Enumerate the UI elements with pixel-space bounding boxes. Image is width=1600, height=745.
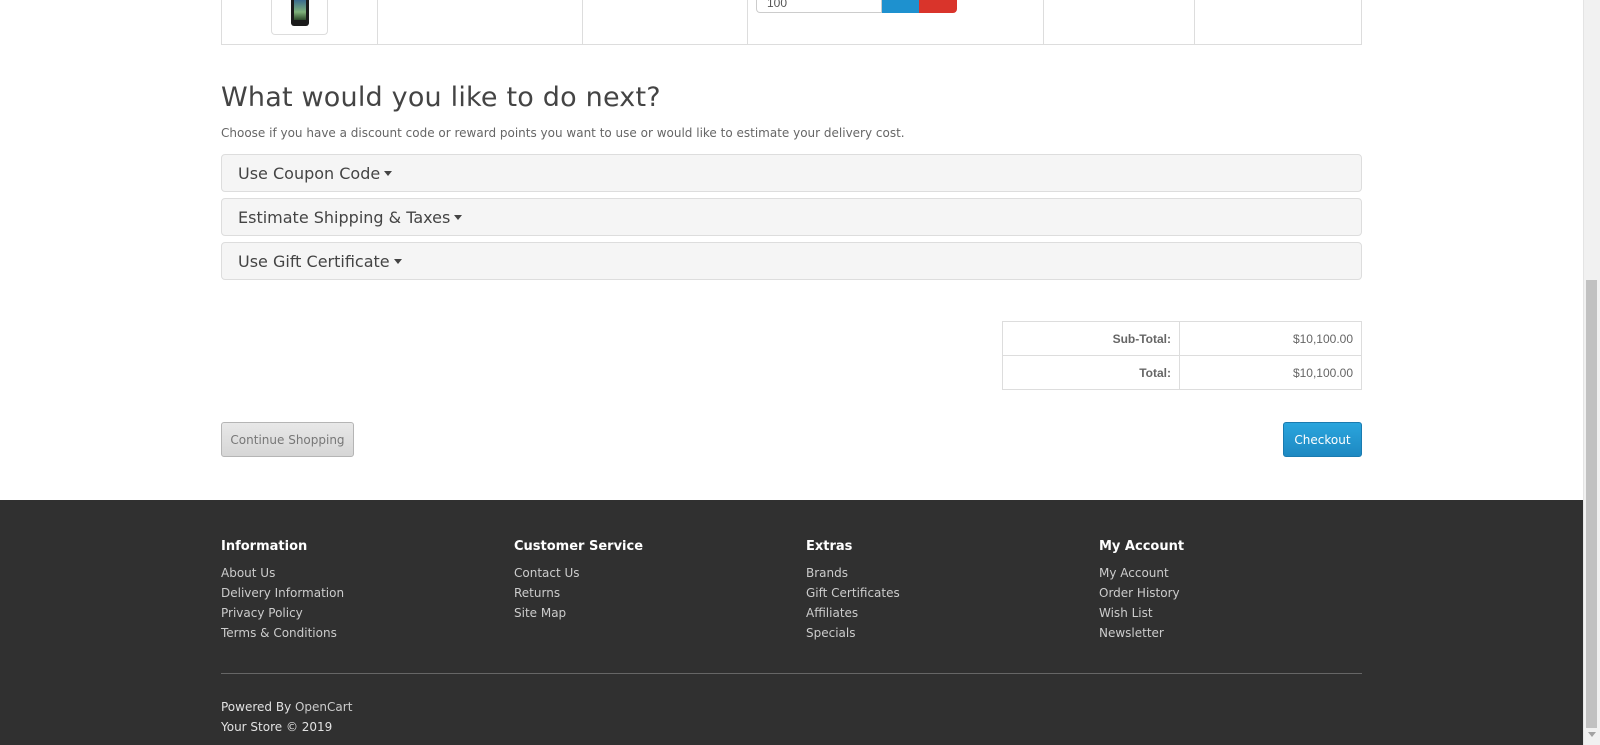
footer-divider (221, 673, 1362, 674)
footer-credits: Powered By OpenCart Your Store © 2019 (221, 697, 352, 737)
footer-link-gift-certificates[interactable]: Gift Certificates (806, 583, 1086, 603)
cart-table: 100 (221, 0, 1362, 45)
checkout-button[interactable]: Checkout (1283, 422, 1362, 457)
subtotal-label: Sub-Total: (1002, 321, 1180, 356)
quantity-input[interactable]: 100 (756, 0, 882, 13)
footer: Information About Us Delivery Informatio… (0, 500, 1583, 745)
shipping-panel-toggle[interactable]: Estimate Shipping & Taxes (238, 208, 463, 227)
table-divider (747, 0, 748, 44)
coupon-panel[interactable]: Use Coupon Code (221, 154, 1362, 192)
footer-column-information: Information About Us Delivery Informatio… (221, 539, 501, 643)
table-divider (1043, 0, 1044, 44)
footer-heading: Information (221, 539, 308, 554)
table-divider (1194, 0, 1195, 44)
caret-down-icon (384, 171, 393, 176)
scrollbar-thumb[interactable] (1586, 280, 1597, 728)
table-divider (582, 0, 583, 44)
footer-link-returns[interactable]: Returns (514, 583, 794, 603)
footer-link-terms-conditions[interactable]: Terms & Conditions (221, 623, 501, 643)
footer-link-contact-us[interactable]: Contact Us (514, 563, 794, 583)
footer-link-order-history[interactable]: Order History (1099, 583, 1379, 603)
caret-down-icon (393, 259, 402, 264)
footer-column-my-account: My Account My Account Order History Wish… (1099, 539, 1379, 643)
product-thumbnail[interactable] (271, 0, 328, 35)
footer-link-delivery-information[interactable]: Delivery Information (221, 583, 501, 603)
footer-column-extras: Extras Brands Gift Certificates Affiliat… (806, 539, 1086, 643)
opencart-link[interactable]: OpenCart (295, 700, 352, 714)
remove-button[interactable] (919, 0, 957, 13)
gift-certificate-panel[interactable]: Use Gift Certificate (221, 242, 1362, 280)
vertical-scrollbar[interactable] (1583, 0, 1600, 745)
scroll-down-arrow-icon[interactable] (1588, 732, 1596, 737)
copyright-text: Your Store © 2019 (221, 720, 333, 734)
shipping-panel[interactable]: Estimate Shipping & Taxes (221, 198, 1362, 236)
table-row: Total: $10,100.00 (1002, 355, 1362, 390)
footer-link-my-account[interactable]: My Account (1099, 563, 1379, 583)
caret-down-icon (454, 215, 463, 220)
table-row: Sub-Total: $10,100.00 (1002, 321, 1362, 356)
footer-column-customer-service: Customer Service Contact Us Returns Site… (514, 539, 794, 623)
footer-heading: My Account (1099, 539, 1185, 554)
footer-link-newsletter[interactable]: Newsletter (1099, 623, 1379, 643)
phone-image (291, 0, 309, 26)
table-divider (377, 0, 378, 44)
update-button[interactable] (882, 0, 920, 13)
coupon-panel-label: Use Coupon Code (238, 164, 381, 183)
total-label: Total: (1002, 355, 1180, 390)
footer-link-site-map[interactable]: Site Map (514, 603, 794, 623)
footer-heading: Extras (806, 539, 853, 554)
footer-link-affiliates[interactable]: Affiliates (806, 603, 1086, 623)
footer-link-privacy-policy[interactable]: Privacy Policy (221, 603, 501, 623)
footer-link-brands[interactable]: Brands (806, 563, 1086, 583)
continue-shopping-button[interactable]: Continue Shopping (221, 422, 354, 457)
footer-link-specials[interactable]: Specials (806, 623, 1086, 643)
shipping-panel-label: Estimate Shipping & Taxes (238, 208, 451, 227)
footer-heading: Customer Service (514, 539, 644, 554)
section-description: Choose if you have a discount code or re… (221, 126, 905, 140)
footer-link-about-us[interactable]: About Us (221, 563, 501, 583)
totals-table: Sub-Total: $10,100.00 Total: $10,100.00 (1002, 321, 1362, 390)
powered-by-text: Powered By (221, 700, 295, 714)
subtotal-value: $10,100.00 (1179, 321, 1362, 356)
section-title: What would you like to do next? (221, 82, 661, 113)
gift-certificate-panel-label: Use Gift Certificate (238, 252, 390, 271)
gift-certificate-panel-toggle[interactable]: Use Gift Certificate (238, 252, 402, 271)
total-value: $10,100.00 (1179, 355, 1362, 390)
footer-link-wish-list[interactable]: Wish List (1099, 603, 1379, 623)
coupon-panel-toggle[interactable]: Use Coupon Code (238, 164, 393, 183)
